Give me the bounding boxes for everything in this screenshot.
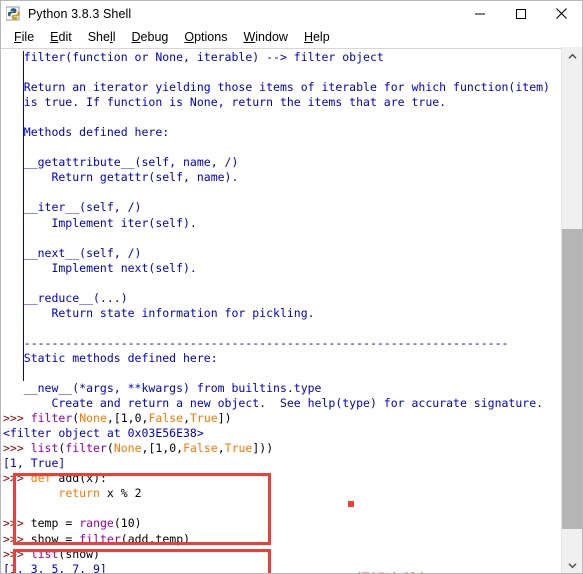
console-line: Implement iter(self).	[3, 215, 197, 230]
console-line: __next__(self, /)	[3, 245, 142, 260]
menu-item-help[interactable]: Help	[296, 28, 338, 47]
maximize-button[interactable]	[500, 1, 541, 26]
console-output-line: [1, 3, 5, 7, 9]	[3, 561, 107, 574]
menu-item-window[interactable]: Window	[235, 28, 295, 47]
vertical-scrollbar[interactable]	[561, 47, 582, 573]
console-input-line: >>> list(show)	[3, 546, 100, 561]
window-controls	[459, 1, 582, 26]
menu-item-options[interactable]: Options	[176, 28, 235, 47]
console-line: Return getattr(self, name).	[3, 170, 239, 185]
menu-item-debug[interactable]: Debug	[124, 28, 177, 47]
python-logo-icon	[5, 6, 22, 22]
idle-shell-window: Python 3.8.3 Shell File Edit Shell Debug…	[0, 0, 583, 574]
console-line: __iter__(self, /)	[3, 200, 142, 215]
minimize-button[interactable]	[459, 1, 500, 26]
annotation-chinese-note: 一行解决所有	[341, 569, 431, 573]
console-input-line: >>> list(filter(None,[1,0,False,True]))	[3, 441, 274, 456]
chevron-up-icon[interactable]	[562, 47, 582, 65]
console-line: is true. If function is None, return the…	[3, 95, 447, 110]
console-line: __reduce__(...)	[3, 290, 128, 305]
help-output-margin-bar	[23, 51, 24, 381]
console-output-line: <filter object at 0x03E56E38>	[3, 426, 204, 441]
console-input-line	[1, 501, 562, 516]
console-input-line: >>> temp = range(10)	[3, 516, 142, 531]
console-line: filter(function or None, iterable) --> f…	[3, 50, 384, 64]
console-line: __getattribute__(self, name, /)	[3, 155, 239, 170]
menu-item-shell[interactable]: Shell	[80, 28, 124, 47]
console-input-line: return x % 2	[58, 486, 142, 501]
annotation-red-dot	[348, 501, 354, 507]
menu-item-file[interactable]: File	[6, 28, 42, 47]
close-button[interactable]	[541, 1, 582, 26]
window-title: Python 3.8.3 Shell	[28, 6, 132, 21]
console-line: Return an iterator yielding those items …	[3, 80, 550, 95]
console-input-line: >>> filter(None,[1,0,False,True])	[3, 411, 232, 426]
scrollbar-thumb[interactable]	[562, 229, 582, 529]
console-line: Create and return a new object. See help…	[3, 396, 544, 411]
console-line: ----------------------------------------…	[3, 335, 509, 350]
menu-item-edit[interactable]: Edit	[42, 28, 80, 47]
chevron-down-icon[interactable]	[562, 556, 582, 573]
console-line: Methods defined here:	[3, 125, 170, 140]
console-line: Static methods defined here:	[3, 350, 218, 365]
console-line: Return state information for pickling.	[3, 305, 315, 320]
title-bar: Python 3.8.3 Shell	[1, 1, 582, 27]
console-input-line: >>> def add(x):	[3, 471, 107, 486]
menu-bar: File Edit Shell Debug Options Window Hel…	[1, 27, 582, 49]
console-line: __new__(*args, **kwargs) from builtins.t…	[3, 381, 322, 396]
console-output-line: [1, True]	[3, 456, 66, 471]
shell-text-area[interactable]: filter(function or None, iterable) --> f…	[1, 49, 582, 574]
shell-console[interactable]: filter(function or None, iterable) --> f…	[1, 49, 562, 574]
console-line: Implement next(self).	[3, 260, 197, 275]
console-input-line: >>> show = filter(add,temp)	[3, 531, 191, 546]
